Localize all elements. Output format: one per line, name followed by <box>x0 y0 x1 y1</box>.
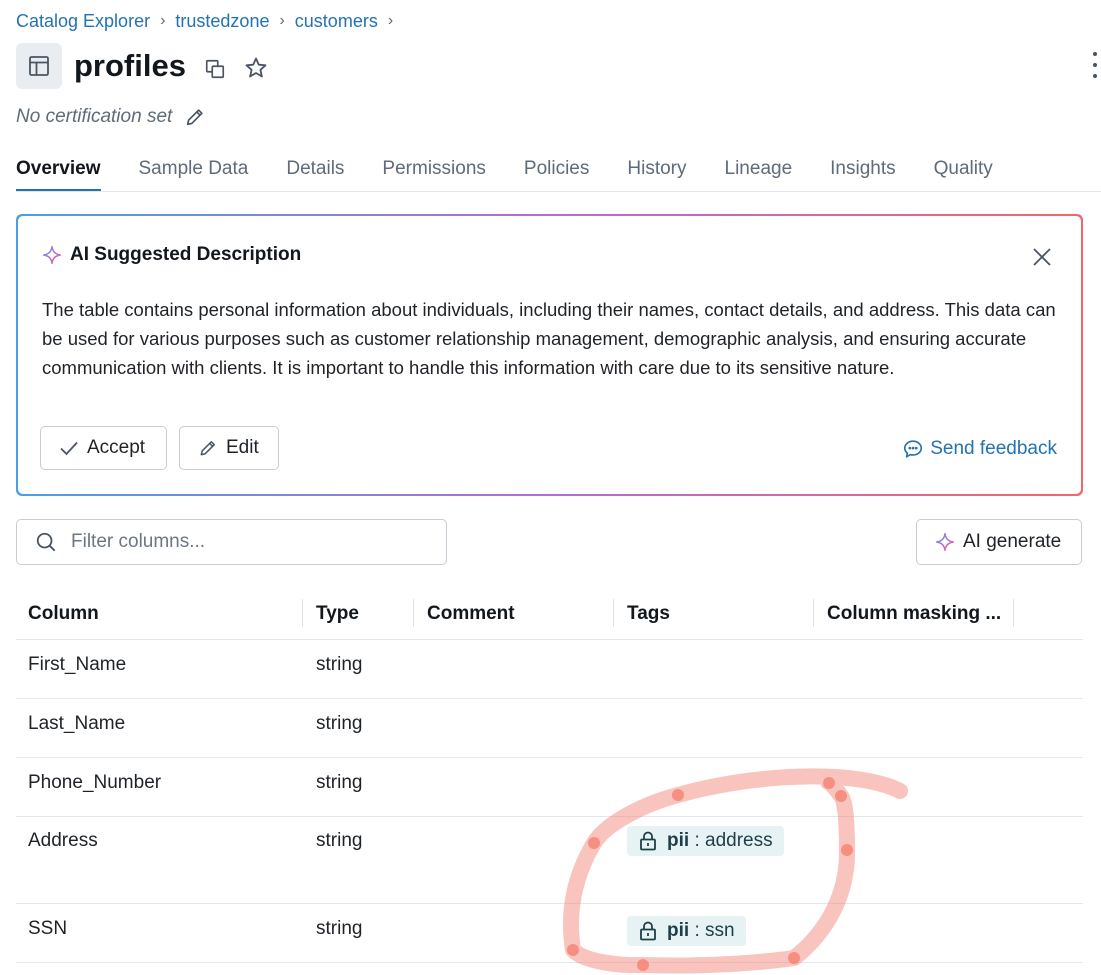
tab-quality[interactable]: Quality <box>934 154 993 188</box>
ai-description-text: The table contains personal information … <box>42 299 1056 378</box>
cell-column-name: Address <box>28 830 98 851</box>
accept-button[interactable]: Accept <box>40 426 167 470</box>
filter-columns-box <box>16 519 447 565</box>
kebab-icon[interactable] <box>1089 52 1101 78</box>
catalog-explorer-page: Catalog Explorer › trustedzone › custome… <box>0 0 1101 975</box>
tab-overview[interactable]: Overview <box>16 154 101 192</box>
star-icon[interactable] <box>243 55 269 81</box>
cell-column-name: First_Name <box>28 654 127 675</box>
chevron-right-icon: › <box>387 12 394 29</box>
breadcrumb-catalog[interactable]: trustedzone <box>175 11 269 32</box>
ai-generate-label: AI generate <box>963 531 1062 552</box>
copy-icon[interactable] <box>203 57 227 81</box>
ai-description-title: AI Suggested Description <box>42 244 301 266</box>
row-divider <box>16 903 1083 904</box>
columns-table-header: Column Type Comment Tags Column masking … <box>16 597 1083 639</box>
tab-details[interactable]: Details <box>286 154 344 188</box>
row-divider <box>16 962 1083 963</box>
tabs-divider <box>16 191 1101 192</box>
edit-button[interactable]: Edit <box>179 426 279 470</box>
tag-value: ssn <box>705 920 735 941</box>
pencil-icon[interactable] <box>184 106 206 128</box>
tag-key: pii <box>667 830 690 851</box>
tag-value: address <box>705 830 773 851</box>
breadcrumb-schema[interactable]: customers <box>295 11 378 32</box>
column-resize-handle[interactable] <box>613 599 614 627</box>
cell-type: string <box>316 654 363 675</box>
cell-type: string <box>316 918 363 939</box>
lock-icon <box>639 921 657 941</box>
lock-icon <box>639 831 657 851</box>
column-resize-handle[interactable] <box>302 599 303 627</box>
row-divider <box>16 639 1083 640</box>
tag-separator: : <box>689 830 706 851</box>
sparkle-icon <box>42 245 62 265</box>
header-column-masking[interactable]: Column masking ... <box>827 597 1001 631</box>
ai-generate-button[interactable]: AI generate <box>916 519 1082 565</box>
tab-lineage[interactable]: Lineage <box>725 154 793 188</box>
search-icon <box>35 531 57 553</box>
tag-pii-ssn[interactable]: pii : ssn <box>627 916 746 946</box>
send-feedback-link[interactable]: Send feedback <box>902 438 1057 460</box>
certification-status: No certification set <box>16 106 206 128</box>
header-type[interactable]: Type <box>316 597 359 631</box>
tab-bar: Overview Sample Data Details Permissions… <box>16 154 1101 192</box>
row-divider <box>16 816 1083 817</box>
send-feedback-label: Send feedback <box>930 438 1057 459</box>
tab-permissions[interactable]: Permissions <box>382 154 485 188</box>
row-divider <box>16 698 1083 699</box>
breadcrumb: Catalog Explorer › trustedzone › custome… <box>16 9 403 33</box>
pencil-icon <box>198 438 218 458</box>
cell-type: string <box>316 830 363 851</box>
header-tags[interactable]: Tags <box>627 597 670 631</box>
tab-insights[interactable]: Insights <box>830 154 895 188</box>
tag-pii-address[interactable]: pii : address <box>627 826 784 856</box>
cell-column-name: Phone_Number <box>28 772 162 793</box>
ai-description-card: AI Suggested Description The table conta… <box>16 214 1083 496</box>
page-title: profiles <box>74 48 186 83</box>
certification-text: No certification set <box>16 106 173 127</box>
tab-sample-data[interactable]: Sample Data <box>139 154 249 188</box>
cell-type: string <box>316 772 363 793</box>
edit-label: Edit <box>226 437 259 458</box>
tag-separator: : <box>689 920 706 941</box>
column-resize-handle[interactable] <box>413 599 414 627</box>
cell-column-name: Last_Name <box>28 713 126 734</box>
sparkle-icon <box>935 532 955 552</box>
tag-key: pii <box>667 920 690 941</box>
cell-type: string <box>316 713 363 734</box>
chevron-right-icon: › <box>160 12 166 29</box>
ai-description-title-text: AI Suggested Description <box>70 244 302 265</box>
filter-columns-input[interactable] <box>69 530 413 554</box>
column-resize-handle[interactable] <box>1013 599 1014 627</box>
tab-history[interactable]: History <box>627 154 686 188</box>
breadcrumb-catalog-explorer[interactable]: Catalog Explorer <box>16 11 150 32</box>
header-comment[interactable]: Comment <box>427 597 515 631</box>
tab-policies[interactable]: Policies <box>524 154 589 188</box>
table-icon <box>16 43 62 89</box>
header-column[interactable]: Column <box>28 597 99 631</box>
check-icon <box>59 438 79 458</box>
cell-column-name: SSN <box>28 918 68 939</box>
column-resize-handle[interactable] <box>813 599 814 627</box>
chat-icon <box>902 438 924 460</box>
close-icon[interactable] <box>1031 246 1053 268</box>
chevron-right-icon: › <box>279 12 285 29</box>
row-divider <box>16 757 1083 758</box>
accept-label: Accept <box>87 437 146 458</box>
